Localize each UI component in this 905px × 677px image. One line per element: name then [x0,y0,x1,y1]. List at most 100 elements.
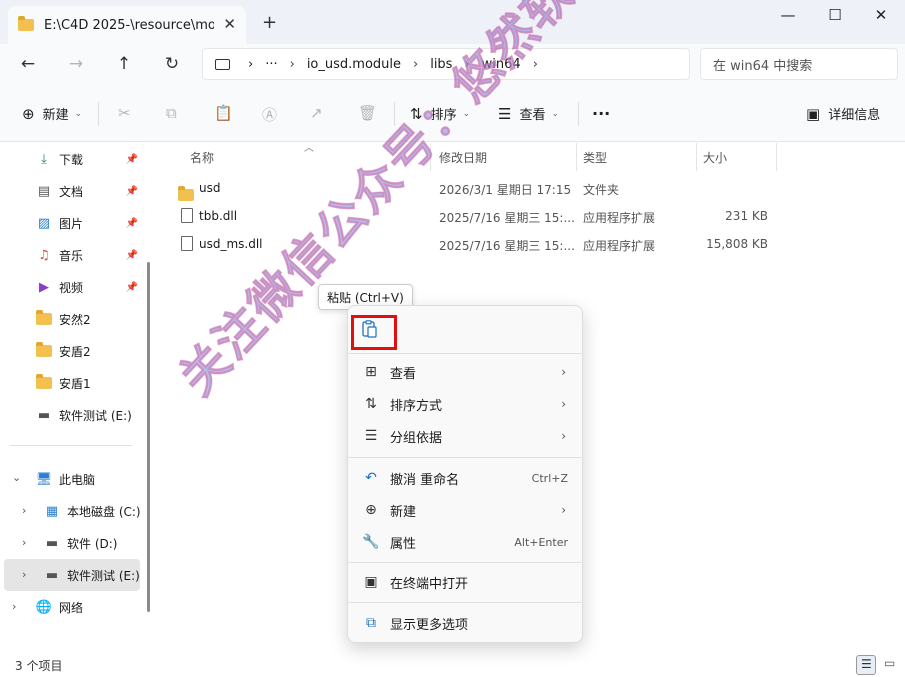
sidebar-item-this-pc[interactable]: 🖥 此电脑 [0,463,142,495]
cut-button[interactable]: ✂ [118,104,139,122]
view-label: 查看 [519,108,546,123]
breadcrumb-io-usd[interactable]: io_usd.module [307,57,401,72]
network-icon: 🌐 [35,599,53,615]
menu-item-more-options[interactable]: ⧉ 显示更多选项 [348,608,582,638]
share-icon: ↗ [310,104,323,122]
menu-label: 属性 [390,536,417,552]
group-icon: ☰ [364,428,378,444]
sort-button[interactable]: ⇅ 排序 ⌄ [410,104,470,124]
back-button[interactable]: ← [16,54,40,74]
search-input[interactable]: 在 win64 中搜索 [700,48,898,80]
menu-label: 新建 [390,504,417,520]
menu-item-new[interactable]: ⊕ 新建 › [348,495,582,525]
sidebar-label: 安盾1 [59,376,91,391]
sidebar-item-documents[interactable]: ▤ 文档 📌 [0,175,142,207]
column-name[interactable]: 名称 [190,143,214,171]
column-size[interactable]: 大小 [703,143,727,171]
copy-button[interactable]: ⧉ [166,104,185,122]
grid-icon: ⊞ [365,364,377,380]
menu-label: 撤消 重命名 [390,472,460,488]
drive-icon: ▬ [45,535,59,551]
sidebar-item-music[interactable]: ♫ 音乐 📌 [0,239,142,271]
up-button[interactable]: ↑ [112,54,136,74]
sidebar-item-downloads[interactable]: ⤓ 下载 📌 [0,143,142,175]
list-item[interactable]: usd_ms.dll 2025/7/16 星期三 15:... 应用程序扩展 1… [170,230,900,258]
sidebar-label: 软件测试 (E:) [59,408,132,423]
sidebar-item-videos[interactable]: ▶ 视频 📌 [0,271,142,303]
menu-item-group[interactable]: ☰ 分组依据 › [348,421,582,451]
file-name: tbb.dll [199,209,238,223]
drive-icon: ▬ [45,567,59,583]
item-count: 3 个项目 [15,659,63,673]
sidebar-item-andun1[interactable]: 安盾1 [0,367,142,399]
picture-icon: ▨ [37,215,51,231]
windows-drive-icon: ▦ [45,503,59,519]
file-name: usd [199,181,221,195]
copy-icon: ⧉ [166,104,177,122]
breadcrumb-libs[interactable]: libs [430,57,452,72]
menu-item-undo[interactable]: ↶ 撤消 重命名 Ctrl+Z [348,463,582,493]
pin-icon: 📌 [125,281,138,293]
tab-current[interactable]: E:\C4D 2025-\resource\module ✕ [8,6,246,44]
chevron-right-icon[interactable]: › [22,568,26,581]
breadcrumb-sep: › [413,56,419,72]
menu-shortcut: Alt+Enter [514,535,568,549]
sidebar-label: 下载 [59,152,84,167]
refresh-button[interactable]: ↻ [160,54,184,74]
details-button[interactable]: ▣ 详细信息 [806,104,881,124]
tiles-view-button[interactable]: ▭ [880,655,900,675]
list-item[interactable]: tbb.dll 2025/7/16 星期三 15:... 应用程序扩展 231 … [170,202,900,230]
sidebar-label: 网络 [59,600,84,615]
details-label: 详细信息 [828,108,881,123]
sidebar-label: 本地磁盘 (C:) [67,504,141,519]
more-button[interactable]: ··· [592,104,610,123]
sidebar-item-drive-c[interactable]: ▦ 本地磁盘 (C:) [0,495,142,527]
maximize-button[interactable]: ☐ [820,6,850,24]
column-type[interactable]: 类型 [583,143,607,171]
sidebar-item-andun2[interactable]: 安盾2 [0,335,142,367]
menu-item-view[interactable]: ⊞ 查看 › [348,357,582,387]
chevron-right-icon: › [561,397,566,411]
wrench-icon: 🔧 [362,534,380,550]
minimize-button[interactable]: — [773,6,803,24]
list-item[interactable]: usd 2026/3/1 星期日 17:15 文件夹 [170,174,900,202]
folder-icon [36,342,52,358]
forward-button[interactable]: → [64,54,88,74]
paste-button[interactable]: 📋 [214,104,241,122]
menu-label: 查看 [390,366,417,382]
menu-label: 在终端中打开 [390,576,469,592]
sidebar-scrollbar[interactable] [147,262,150,612]
chevron-right-icon: › [561,503,566,517]
new-tab-button[interactable]: + [262,12,277,33]
sidebar-item-pictures[interactable]: ▨ 图片 📌 [0,207,142,239]
menu-item-sort[interactable]: ⇅ 排序方式 › [348,389,582,419]
close-window-button[interactable]: ✕ [866,6,896,24]
address-input[interactable]: › ··· › io_usd.module › libs › win64 › [202,48,690,80]
breadcrumb-more[interactable]: ··· [265,57,277,72]
new-button[interactable]: ⊕ 新建 ⌄ [22,104,82,124]
menu-item-terminal[interactable]: ▣ 在终端中打开 [348,567,582,597]
sidebar-label: 此电脑 [59,472,96,487]
sidebar-item-anran2[interactable]: 安然2 [0,303,142,335]
delete-button[interactable]: 🗑 [358,104,385,122]
breadcrumb-sep: › [289,56,295,72]
details-view-button[interactable]: ☰ [856,655,876,675]
pin-icon: 📌 [125,185,138,197]
file-type: 应用程序扩展 [583,239,656,253]
breadcrumb-win64[interactable]: win64 [482,57,521,72]
tab-close-icon[interactable]: ✕ [223,15,236,33]
sidebar-item-drive-d[interactable]: ▬ 软件 (D:) [0,527,142,559]
details-pane-icon: ▣ [806,104,821,123]
view-button[interactable]: ☰ 查看 ⌄ [498,104,559,124]
file-type: 文件夹 [583,183,620,197]
column-date[interactable]: 修改日期 [439,143,487,171]
sidebar-item-drive-e-quick[interactable]: ▬ 软件测试 (E:) [0,399,142,431]
context-menu: ⊞ 查看 › ⇅ 排序方式 › ☰ 分组依据 › ↶ 撤消 重命名 Ctrl+Z… [347,305,583,643]
file-name: usd_ms.dll [199,237,263,251]
sidebar-item-network[interactable]: 🌐 网络 [0,591,142,623]
menu-item-properties[interactable]: 🔧 属性 Alt+Enter [348,527,582,557]
sidebar-label: 安然2 [59,312,91,327]
file-date: 2026/3/1 星期日 17:15 [439,183,572,197]
share-button[interactable]: ↗ [310,104,331,122]
rename-button[interactable]: Ⓐ [262,104,285,125]
